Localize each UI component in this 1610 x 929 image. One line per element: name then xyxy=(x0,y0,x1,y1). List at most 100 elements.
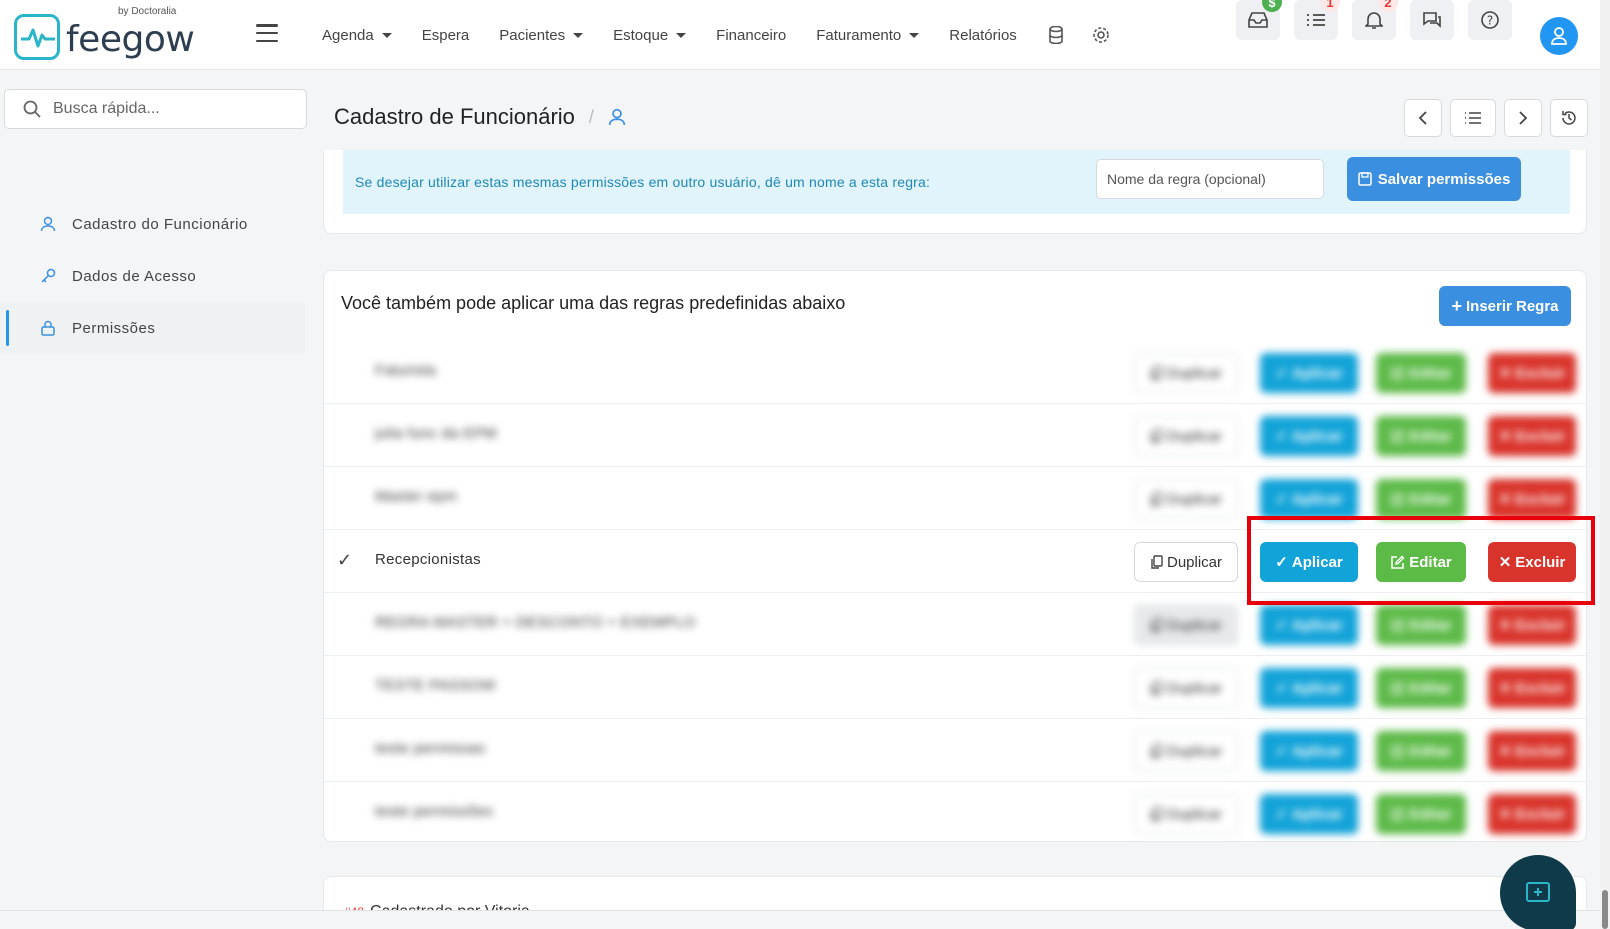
delete-button[interactable]: ✕ Excluir xyxy=(1488,353,1576,393)
sidebar-item-permissoes[interactable]: Permissões xyxy=(0,302,305,354)
apply-button[interactable]: ✓ Aplicar xyxy=(1260,605,1358,645)
duplicate-label: Duplicar xyxy=(1166,553,1223,571)
scrollbar-thumb[interactable] xyxy=(1602,890,1608,929)
page-scrollbar[interactable] xyxy=(1600,0,1610,929)
info-alert: Se desejar utilizar estas mesmas permiss… xyxy=(343,150,1570,214)
gear-icon[interactable] xyxy=(1092,26,1110,44)
edit-icon xyxy=(1391,366,1405,380)
apply-button[interactable]: ✓ Aplicar xyxy=(1260,416,1358,456)
apply-button[interactable]: ✓ Aplicar xyxy=(1260,542,1358,582)
delete-button[interactable]: ✕ Excluir xyxy=(1488,542,1576,582)
nav-financeiro[interactable]: Financeiro xyxy=(716,27,786,44)
edit-button[interactable]: Editar xyxy=(1376,416,1466,456)
edit-label: Editar xyxy=(1409,553,1452,571)
duplicate-button[interactable]: Duplicar xyxy=(1134,353,1238,393)
chat-icon[interactable] xyxy=(1410,0,1454,40)
edit-icon xyxy=(1391,555,1405,569)
rule-name: Faturista xyxy=(375,362,437,379)
apply-button[interactable]: ✓ Aplicar xyxy=(1260,668,1358,708)
duplicate-button[interactable]: Duplicar xyxy=(1134,416,1238,456)
duplicate-label: Duplicar xyxy=(1166,364,1223,382)
inbox-icon[interactable]: $ xyxy=(1236,0,1282,40)
nav-estoque[interactable]: Estoque xyxy=(613,27,687,44)
tasks-icon[interactable]: 1 xyxy=(1294,0,1340,40)
edit-button[interactable]: Editar xyxy=(1376,605,1466,645)
sidebar-item-dados-acesso[interactable]: Dados de Acesso xyxy=(0,250,305,302)
duplicate-button[interactable]: Duplicar xyxy=(1134,794,1238,834)
help-icon[interactable]: ? xyxy=(1468,0,1512,40)
duplicate-button[interactable]: Duplicar xyxy=(1134,668,1238,708)
apply-label: Aplicar xyxy=(1291,427,1343,445)
delete-button[interactable]: ✕ Excluir xyxy=(1488,605,1576,645)
rule-name: julia func da EPM xyxy=(375,425,497,442)
apply-label: Aplicar xyxy=(1291,490,1343,508)
database-icon[interactable] xyxy=(1047,26,1065,44)
apply-label: Aplicar xyxy=(1291,616,1343,634)
delete-button[interactable]: ✕ Excluir xyxy=(1488,794,1576,834)
bell-icon[interactable]: 2 xyxy=(1352,0,1398,40)
svg-text:?: ? xyxy=(1487,14,1493,28)
nav-agenda[interactable]: Agenda xyxy=(322,27,392,44)
edit-button[interactable]: Editar xyxy=(1376,479,1466,519)
floating-action-button[interactable] xyxy=(1500,855,1576,929)
previous-button[interactable] xyxy=(1404,99,1442,137)
edit-button[interactable]: Editar xyxy=(1376,542,1466,582)
close-icon: ✕ xyxy=(1498,554,1512,571)
finance-badge: $ xyxy=(1262,0,1282,12)
duplicate-button[interactable]: Duplicar xyxy=(1134,731,1238,771)
apply-button[interactable]: ✓ Aplicar xyxy=(1260,794,1358,834)
user-icon[interactable] xyxy=(608,108,626,126)
chevron-right-icon xyxy=(1519,111,1528,125)
duplicate-button[interactable]: Duplicar xyxy=(1134,605,1238,645)
breadcrumb-separator: / xyxy=(588,106,594,127)
search-input[interactable] xyxy=(53,100,273,118)
user-avatar-icon[interactable] xyxy=(1540,17,1578,55)
sidebar-item-cadastro[interactable]: Cadastro do Funcionário xyxy=(0,198,305,250)
delete-button[interactable]: ✕ Excluir xyxy=(1488,416,1576,456)
apply-button[interactable]: ✓ Aplicar xyxy=(1260,731,1358,771)
edit-button[interactable]: Editar xyxy=(1376,353,1466,393)
edit-label: Editar xyxy=(1409,805,1452,823)
edit-label: Editar xyxy=(1409,616,1452,634)
sidebar-item-label: Dados de Acesso xyxy=(72,267,197,285)
top-navbar: feegow by Doctoralia Agenda Espera Pacie… xyxy=(0,0,1600,70)
rule-row: TESTE PASSOW Duplicar ✓ Aplicar Editar ✕ Exclu… xyxy=(324,656,1588,719)
delete-label: Excluir xyxy=(1515,364,1566,382)
apply-button[interactable]: ✓ Aplicar xyxy=(1260,479,1358,519)
edit-button[interactable]: Editar xyxy=(1376,668,1466,708)
copy-icon xyxy=(1151,744,1163,758)
nav-relatorios[interactable]: Relatórios xyxy=(949,27,1017,44)
edit-button[interactable]: Editar xyxy=(1376,731,1466,771)
next-button[interactable] xyxy=(1504,99,1542,137)
list-button[interactable] xyxy=(1450,99,1496,137)
rule-name: teste permissões xyxy=(375,803,494,820)
close-icon: ✕ xyxy=(1498,617,1512,634)
history-button[interactable] xyxy=(1550,99,1588,137)
rule-name-input[interactable] xyxy=(1096,159,1324,199)
nav-faturamento[interactable]: Faturamento xyxy=(816,27,920,44)
insert-rule-button[interactable]: + Inserir Regra xyxy=(1439,286,1571,326)
close-icon: ✕ xyxy=(1498,428,1512,445)
main-menu: Agenda Espera Pacientes Estoque Financei… xyxy=(322,0,1137,70)
history-icon xyxy=(1562,111,1576,125)
quick-search[interactable] xyxy=(4,89,307,129)
nav-espera[interactable]: Espera xyxy=(422,27,470,44)
duplicate-button[interactable]: Duplicar xyxy=(1134,479,1238,519)
delete-button[interactable]: ✕ Excluir xyxy=(1488,479,1576,519)
edit-button[interactable]: Editar xyxy=(1376,794,1466,834)
delete-button[interactable]: ✕ Excluir xyxy=(1488,731,1576,771)
rule-row: Faturista Duplicar ✓ Aplicar Editar ✕ Excluir xyxy=(324,341,1588,404)
rule-name: Master epm xyxy=(375,488,458,505)
rule-row: julia func da EPM Duplicar ✓ Aplicar Editar ✕… xyxy=(324,404,1588,467)
save-permissions-button[interactable]: Salvar permissões xyxy=(1347,157,1521,201)
menu-toggle-icon[interactable] xyxy=(256,24,278,42)
nav-pacientes[interactable]: Pacientes xyxy=(499,27,584,44)
caret-down-icon xyxy=(676,32,687,38)
apply-button[interactable]: ✓ Aplicar xyxy=(1260,353,1358,393)
duplicate-button[interactable]: Duplicar xyxy=(1134,542,1238,582)
close-icon: ✕ xyxy=(1498,491,1512,508)
feegow-logo[interactable]: feegow xyxy=(14,14,195,60)
delete-label: Excluir xyxy=(1515,553,1566,571)
check-icon: ✓ xyxy=(1275,428,1288,445)
delete-button[interactable]: ✕ Excluir xyxy=(1488,668,1576,708)
